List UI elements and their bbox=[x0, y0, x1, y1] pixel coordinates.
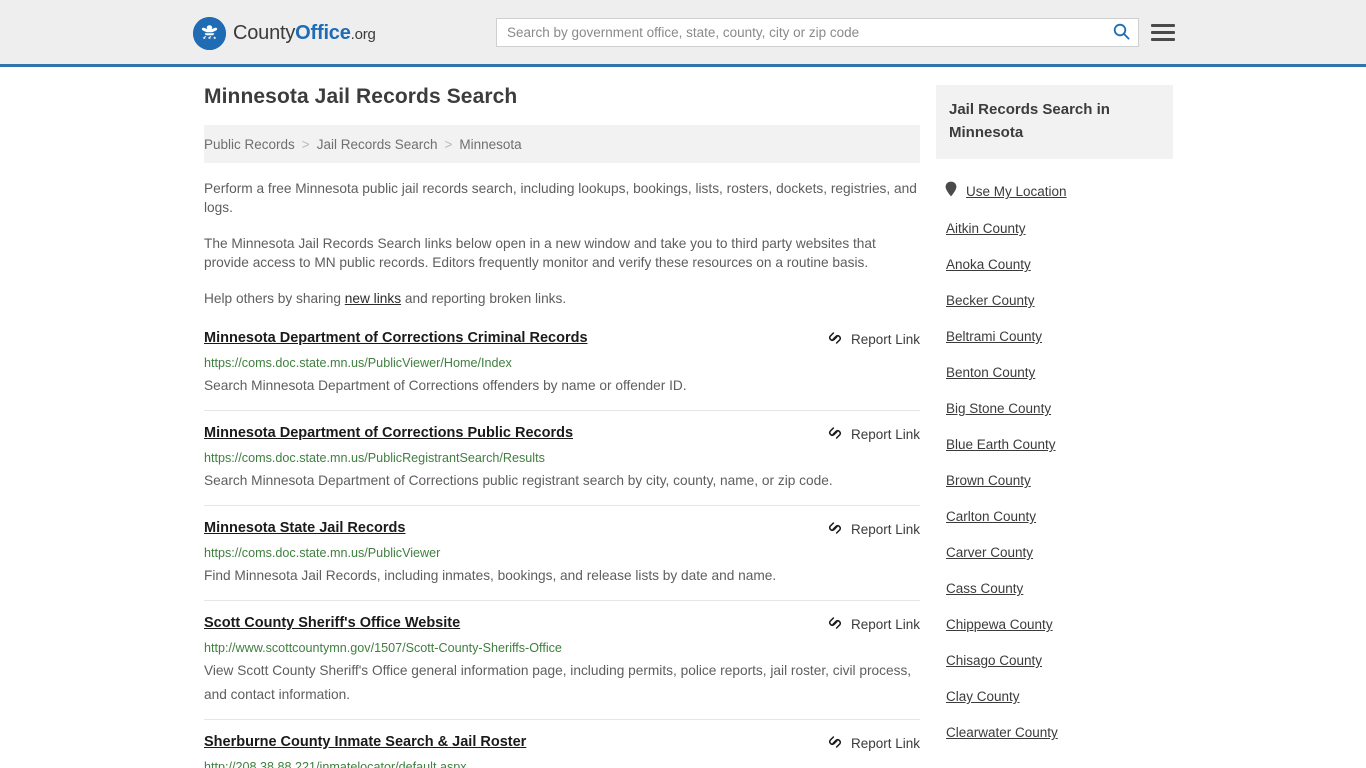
sidebar: Jail Records Search in Minnesota Use My … bbox=[936, 85, 1173, 759]
hamburger-bar bbox=[1151, 30, 1175, 34]
result-title-link[interactable]: Minnesota Department of Corrections Publ… bbox=[204, 424, 573, 442]
report-link-button[interactable]: Report Link bbox=[827, 425, 920, 444]
report-link-button[interactable]: Report Link bbox=[827, 330, 920, 349]
county-link-blue-earth[interactable]: Blue Earth County bbox=[946, 435, 1056, 471]
county-link-cass[interactable]: Cass County bbox=[946, 579, 1023, 615]
breadcrumb-item-jail-records-search[interactable]: Jail Records Search bbox=[317, 137, 438, 152]
result-url: https://coms.doc.state.mn.us/PublicViewe… bbox=[204, 356, 512, 370]
report-link-label: Report Link bbox=[850, 332, 920, 347]
report-link-label: Report Link bbox=[850, 522, 920, 537]
broken-link-icon bbox=[827, 615, 843, 634]
results-list: Minnesota Department of Corrections Crim… bbox=[204, 329, 920, 768]
sidebar-header-panel: Jail Records Search in Minnesota bbox=[936, 85, 1173, 159]
new-links-link[interactable]: new links bbox=[345, 291, 401, 306]
logo-text-org: .org bbox=[350, 26, 376, 43]
county-link-clay[interactable]: Clay County bbox=[946, 687, 1020, 723]
result-row: Sherburne County Inmate Search & Jail Ro… bbox=[204, 720, 920, 768]
intro-text-after: and reporting broken links. bbox=[401, 291, 567, 306]
hamburger-bar bbox=[1151, 23, 1175, 27]
county-link-becker[interactable]: Becker County bbox=[946, 291, 1035, 327]
search-bar[interactable] bbox=[496, 18, 1139, 47]
result-header: Scott County Sheriff's Office Website Re… bbox=[204, 614, 920, 634]
main-content: Minnesota Jail Records Search Public Rec… bbox=[204, 85, 920, 768]
county-link-clearwater[interactable]: Clearwater County bbox=[946, 723, 1058, 759]
result-description: View Scott County Sheriff's Office gener… bbox=[204, 663, 912, 702]
site-logo-text: CountyOffice.org bbox=[233, 22, 376, 45]
sidebar-title: Jail Records Search in Minnesota bbox=[949, 101, 1110, 141]
result-title-link[interactable]: Minnesota Department of Corrections Crim… bbox=[204, 329, 588, 347]
breadcrumb: Public Records > Jail Records Search > M… bbox=[204, 125, 920, 163]
logo-text-office: Office bbox=[295, 22, 351, 44]
header-inner: CountyOffice.org bbox=[0, 0, 1366, 67]
report-link-label: Report Link bbox=[850, 427, 920, 442]
county-link-aitkin[interactable]: Aitkin County bbox=[946, 219, 1026, 255]
result-header: Minnesota State Jail Records Report Link bbox=[204, 519, 920, 539]
eagle-seal-icon bbox=[193, 17, 226, 50]
use-my-location-label: Use My Location bbox=[966, 184, 1067, 199]
county-link-carlton[interactable]: Carlton County bbox=[946, 507, 1036, 543]
breadcrumb-item-minnesota[interactable]: Minnesota bbox=[459, 137, 521, 152]
report-link-label: Report Link bbox=[850, 617, 920, 632]
hamburger-menu-icon[interactable] bbox=[1151, 20, 1175, 44]
site-logo[interactable]: CountyOffice.org bbox=[193, 17, 376, 50]
broken-link-icon bbox=[827, 734, 843, 753]
county-link-chisago[interactable]: Chisago County bbox=[946, 651, 1042, 687]
site-header: CountyOffice.org bbox=[0, 0, 1366, 67]
intro-paragraph-2: The Minnesota Jail Records Search links … bbox=[204, 236, 876, 270]
result-row: Minnesota Department of Corrections Publ… bbox=[204, 411, 920, 506]
breadcrumb-separator: > bbox=[301, 136, 310, 152]
intro-paragraph-3: Help others by sharing new links and rep… bbox=[204, 289, 920, 308]
result-row: Minnesota Department of Corrections Crim… bbox=[204, 329, 920, 411]
report-link-button[interactable]: Report Link bbox=[827, 520, 920, 539]
logo-text-county: County bbox=[233, 22, 296, 44]
result-row: Minnesota State Jail Records Report Link… bbox=[204, 506, 920, 601]
search-input[interactable] bbox=[497, 19, 1104, 46]
report-link-button[interactable]: Report Link bbox=[827, 615, 920, 634]
page-title: Minnesota Jail Records Search bbox=[204, 85, 518, 108]
county-link-benton[interactable]: Benton County bbox=[946, 363, 1035, 399]
report-link-label: Report Link bbox=[850, 736, 920, 751]
result-description: Search Minnesota Department of Correctio… bbox=[204, 473, 833, 488]
search-icon bbox=[1113, 23, 1130, 43]
county-link-carver[interactable]: Carver County bbox=[946, 543, 1033, 579]
breadcrumb-item-public-records[interactable]: Public Records bbox=[204, 137, 295, 152]
use-my-location-button[interactable]: Use My Location bbox=[945, 181, 1173, 202]
broken-link-icon bbox=[827, 330, 843, 349]
breadcrumb-separator: > bbox=[444, 136, 453, 152]
map-pin-icon bbox=[945, 181, 957, 202]
broken-link-icon bbox=[827, 520, 843, 539]
broken-link-icon bbox=[827, 425, 843, 444]
result-url: https://coms.doc.state.mn.us/PublicViewe… bbox=[204, 546, 441, 560]
county-link-chippewa[interactable]: Chippewa County bbox=[946, 615, 1053, 651]
county-link-brown[interactable]: Brown County bbox=[946, 471, 1031, 507]
result-description: Find Minnesota Jail Records, including i… bbox=[204, 568, 777, 583]
search-button[interactable] bbox=[1104, 19, 1138, 46]
result-description: Search Minnesota Department of Correctio… bbox=[204, 378, 687, 393]
county-link-anoka[interactable]: Anoka County bbox=[946, 255, 1031, 291]
result-row: Scott County Sheriff's Office Website Re… bbox=[204, 601, 920, 720]
result-title-link[interactable]: Sherburne County Inmate Search & Jail Ro… bbox=[204, 733, 526, 751]
result-title-link[interactable]: Minnesota State Jail Records bbox=[204, 519, 405, 537]
intro-text-before: Help others by sharing bbox=[204, 291, 345, 306]
result-url: https://coms.doc.state.mn.us/PublicRegis… bbox=[204, 451, 545, 465]
result-header: Minnesota Department of Corrections Publ… bbox=[204, 424, 920, 444]
result-url: http://www.scottcountymn.gov/1507/Scott-… bbox=[204, 641, 562, 655]
report-link-button[interactable]: Report Link bbox=[827, 734, 920, 753]
result-url: http://208.38.88.221/inmatelocator/defau… bbox=[204, 760, 467, 768]
hamburger-bar bbox=[1151, 37, 1175, 41]
result-header: Sherburne County Inmate Search & Jail Ro… bbox=[204, 733, 920, 753]
result-title-link[interactable]: Scott County Sheriff's Office Website bbox=[204, 614, 460, 632]
intro-paragraph-1: Perform a free Minnesota public jail rec… bbox=[204, 181, 917, 215]
county-link-big-stone[interactable]: Big Stone County bbox=[946, 399, 1051, 435]
county-links-list: Aitkin County Anoka County Becker County… bbox=[936, 219, 1173, 759]
county-link-beltrami[interactable]: Beltrami County bbox=[946, 327, 1042, 363]
result-header: Minnesota Department of Corrections Crim… bbox=[204, 329, 920, 349]
